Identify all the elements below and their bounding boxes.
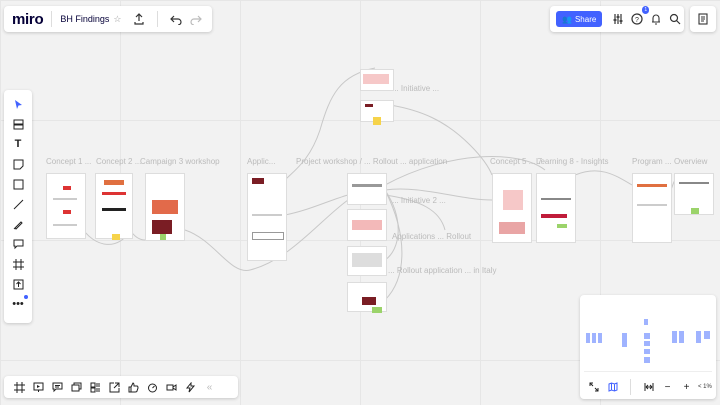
note-label: ... Initiative 2 ... xyxy=(392,196,446,205)
notes-icon xyxy=(698,13,708,25)
cards-icon[interactable] xyxy=(67,377,86,397)
help-icon[interactable]: ? 1 xyxy=(627,6,650,29)
board-frame[interactable] xyxy=(46,173,86,239)
frame-title[interactable]: Applic... xyxy=(247,157,275,166)
line-icon[interactable] xyxy=(7,194,29,214)
zoom-in-icon[interactable]: + xyxy=(677,377,696,397)
divider xyxy=(51,11,53,27)
board-frame[interactable] xyxy=(632,173,672,243)
map-icon[interactable] xyxy=(603,377,622,397)
note-label: ... Initiative ... xyxy=(392,84,440,93)
upload-icon[interactable] xyxy=(7,274,29,294)
collaboration-toolbar: 👥 Share ? 1 xyxy=(550,6,684,32)
undo-icon[interactable] xyxy=(166,9,186,29)
minimap-view[interactable] xyxy=(584,299,712,372)
star-icon[interactable]: ☆ xyxy=(113,14,121,25)
minimap-controls: − + < 1% xyxy=(580,375,716,399)
text-icon[interactable]: T xyxy=(7,134,29,154)
frame-title[interactable]: Learning 8 - Insights xyxy=(536,157,609,166)
settings-sliders-icon[interactable] xyxy=(608,9,627,29)
board-frame[interactable] xyxy=(247,173,287,261)
frame-title[interactable]: Concept 1 ... xyxy=(46,157,91,166)
miro-logo[interactable]: miro xyxy=(12,11,44,28)
zoom-level[interactable]: < 1% xyxy=(698,384,712,390)
frame-title[interactable]: Program ... xyxy=(632,157,672,166)
board-frame[interactable] xyxy=(536,173,576,243)
bottom-toolbar: « xyxy=(4,376,238,398)
minimap-panel: − + < 1% xyxy=(580,295,716,399)
board-frame[interactable] xyxy=(347,209,387,241)
templates-icon[interactable] xyxy=(7,114,29,134)
frame-title[interactable]: Overview xyxy=(674,157,707,166)
presentation-icon[interactable] xyxy=(29,377,48,397)
fullscreen-icon[interactable] xyxy=(584,377,603,397)
bell-icon[interactable] xyxy=(646,9,665,29)
notes-panel-button[interactable] xyxy=(690,6,716,32)
select-cursor-icon[interactable] xyxy=(7,94,29,114)
frames-icon[interactable] xyxy=(10,377,29,397)
board-frame[interactable] xyxy=(95,173,133,240)
board-frame[interactable] xyxy=(674,173,714,215)
board-header: miro BH Findings ☆ xyxy=(4,6,212,32)
shape-icon[interactable] xyxy=(7,174,29,194)
board-frame[interactable] xyxy=(347,282,387,313)
kanban-icon[interactable] xyxy=(86,377,105,397)
share-screen-icon[interactable] xyxy=(105,377,124,397)
divider xyxy=(157,11,159,27)
board-frame[interactable] xyxy=(492,173,532,243)
search-icon[interactable] xyxy=(665,9,684,29)
minimap-thumbnails xyxy=(586,319,710,363)
chat-icon[interactable] xyxy=(48,377,67,397)
divider xyxy=(630,379,631,395)
board-frame[interactable] xyxy=(347,246,387,276)
timer-icon[interactable] xyxy=(143,377,162,397)
frame-title[interactable]: Project workshop / ... Rollout ... appli… xyxy=(296,157,447,166)
svg-text:?: ? xyxy=(635,17,639,24)
users-icon: 👥 xyxy=(562,14,572,24)
video-call-icon[interactable] xyxy=(162,377,181,397)
sticky-note-icon[interactable] xyxy=(7,154,29,174)
notification-badge: 1 xyxy=(642,6,650,14)
creation-toolbar: T ••• xyxy=(4,90,32,323)
board-frame[interactable] xyxy=(360,69,394,91)
frame-icon[interactable] xyxy=(7,254,29,274)
lightning-icon[interactable] xyxy=(181,377,200,397)
frame-title[interactable]: Campaign 3 workshop xyxy=(140,157,220,166)
pen-icon[interactable] xyxy=(7,214,29,234)
share-button[interactable]: 👥 Share xyxy=(556,11,603,27)
board-name[interactable]: BH Findings xyxy=(60,14,109,24)
new-indicator-dot xyxy=(24,295,28,299)
board-frame[interactable] xyxy=(145,173,185,241)
note-label: ... Rollout application ... in Italy xyxy=(388,266,497,275)
frame-title[interactable]: Concept 2 ... xyxy=(96,157,141,166)
export-icon[interactable] xyxy=(129,9,149,29)
comment-icon[interactable] xyxy=(7,234,29,254)
reactions-icon[interactable] xyxy=(124,377,143,397)
collapse-toolbar-icon[interactable]: « xyxy=(200,377,219,397)
redo-icon[interactable] xyxy=(186,9,206,29)
board-frame[interactable] xyxy=(347,173,387,205)
share-label: Share xyxy=(574,14,597,24)
more-apps-icon[interactable]: ••• xyxy=(7,294,29,314)
fit-to-screen-icon[interactable] xyxy=(639,377,658,397)
frame-title[interactable]: Concept 5 ... 7 xyxy=(490,157,542,166)
note-label: Applications ... Rollout xyxy=(392,232,472,241)
zoom-out-icon[interactable]: − xyxy=(658,377,677,397)
board-frame[interactable] xyxy=(360,100,394,125)
